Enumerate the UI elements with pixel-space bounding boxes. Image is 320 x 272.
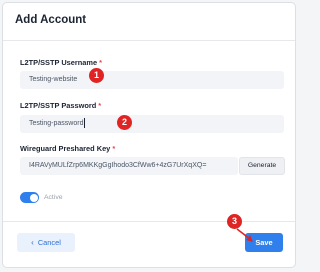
- step-marker-3: 3: [227, 214, 242, 229]
- step-marker-2: 2: [117, 115, 132, 130]
- toggle-knob: [29, 193, 38, 202]
- password-required-mark: *: [98, 101, 102, 110]
- username-required-mark: *: [99, 58, 102, 67]
- password-input[interactable]: Testing-password: [20, 115, 284, 133]
- header-divider: [3, 40, 295, 41]
- username-label: L2TP/SSTP Username *: [20, 58, 102, 67]
- password-value: Testing-password: [29, 120, 84, 127]
- username-label-text: L2TP/SSTP Username: [20, 58, 98, 67]
- chevron-left-icon: ‹: [31, 238, 34, 247]
- cancel-button-label: Cancel: [37, 238, 61, 247]
- password-label: L2TP/SSTP Password *: [20, 101, 101, 110]
- password-label-text: L2TP/SSTP Password: [20, 101, 97, 110]
- screenshot-canvas: Add Account L2TP/SSTP Username * Testing-…: [0, 0, 300, 272]
- footer-divider: [3, 221, 295, 222]
- preshared-key-input[interactable]: I4RAVyMULfZrp6MKKgGgIhodo3CfWw6+4zG7UrXq…: [20, 157, 238, 175]
- dialog-title: Add Account: [15, 14, 87, 26]
- preshared-key-value: I4RAVyMULfZrp6MKKgGgIhodo3CfWw6+4zG7UrXq…: [29, 162, 207, 169]
- save-button[interactable]: Save: [245, 233, 283, 252]
- add-account-dialog: Add Account L2TP/SSTP Username * Testing-…: [2, 2, 296, 268]
- username-input[interactable]: Testing-website: [20, 71, 284, 89]
- preshared-key-required-mark: *: [112, 144, 116, 153]
- generate-button[interactable]: Generate: [239, 157, 285, 175]
- active-toggle-label: Active: [44, 194, 63, 201]
- active-toggle[interactable]: [20, 192, 39, 203]
- preshared-key-label: Wireguard Preshared Key *: [20, 144, 115, 153]
- step-marker-1: 1: [89, 68, 104, 83]
- username-value: Testing-website: [29, 76, 78, 83]
- preshared-key-label-text: Wireguard Preshared Key: [20, 144, 111, 153]
- text-cursor: [84, 118, 86, 129]
- cancel-button[interactable]: ‹ Cancel: [17, 233, 75, 252]
